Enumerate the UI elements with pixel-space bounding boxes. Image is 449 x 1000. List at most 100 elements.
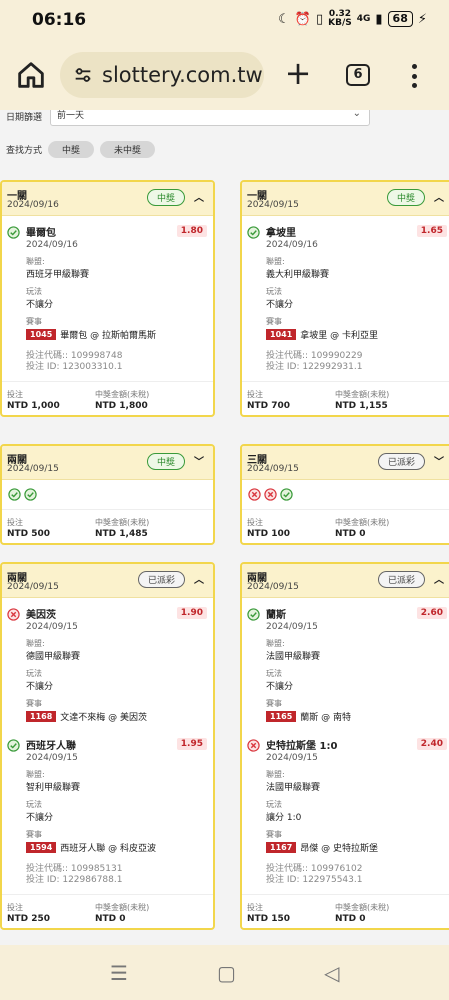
match-id: 1168	[26, 711, 57, 722]
stake-label: 投注	[247, 390, 263, 399]
chevron-up-icon[interactable]: ︿	[434, 189, 444, 204]
net-speed-unit: KB/S	[328, 18, 352, 28]
status-icons: ☾ ⏰ ▯ 0.32 KB/S 4G ▮ 68 ⚡	[278, 10, 427, 28]
stake-amount: NTD 100	[247, 529, 291, 539]
play-label: 玩法	[266, 669, 282, 678]
prize-label: 中獎金額(未稅)	[95, 390, 150, 399]
card-header[interactable]: 兩關 2024/09/15 已派彩 ︿	[242, 564, 449, 598]
vibrate-icon: ▯	[315, 11, 324, 27]
recents-icon[interactable]: ☰	[110, 961, 128, 985]
bet-card: 兩關 2024/09/15 中獎 ﹀ 投注 NTD 500 中獎金額(未稅) NTD 1,48…	[0, 444, 215, 545]
leg-odds: 2.60	[416, 607, 447, 619]
net-speed: 0.32 KB/S	[328, 10, 352, 28]
card-header[interactable]: 一關 2024/09/15 中獎 ︿	[242, 182, 449, 216]
bet-date: 2024/09/16	[7, 200, 59, 210]
system-nav-bar: ☰ ▢ ◁	[0, 945, 449, 1000]
match-label: 賽事	[266, 830, 282, 839]
status-badge: 中獎	[146, 453, 185, 470]
signal-label: 4G	[356, 13, 371, 24]
alarm-icon: ⏰	[294, 11, 311, 27]
chevron-up-icon[interactable]: ︿	[194, 571, 204, 586]
match-row: 1594 西班牙人聯 @ 科皮亞波	[26, 841, 207, 854]
leg-results	[2, 480, 213, 509]
win-check-icon	[8, 488, 21, 501]
bet-date: 2024/09/15	[247, 200, 299, 210]
match-teams: 昂傑 @ 史特拉斯堡	[300, 844, 378, 854]
lose-cross-icon	[7, 608, 20, 621]
card-footer: 投注 NTD 150 中獎金額(未稅) NTD 0	[242, 894, 449, 928]
home-icon[interactable]	[14, 58, 48, 92]
play-label: 玩法	[266, 800, 282, 809]
match-label: 賽事	[266, 317, 282, 326]
chevron-down-icon[interactable]: ﹀	[194, 453, 204, 468]
match-label: 賽事	[26, 317, 42, 326]
card-header[interactable]: 兩關 2024/09/15 已派彩 ︿	[2, 564, 213, 598]
bet-date: 2024/09/15	[247, 582, 299, 592]
win-check-icon	[24, 488, 37, 501]
prize-label: 中獎金額(未稅)	[95, 903, 150, 912]
league-label: 聯盟:	[266, 770, 285, 779]
bet-codes: 投注代碼:: 109985131 投注 ID: 122986788.1	[2, 860, 213, 894]
bet-id: 投注 ID: 122992931.1	[266, 362, 363, 372]
match-id: 1167	[266, 842, 297, 853]
bet-date: 2024/09/15	[7, 464, 59, 474]
bet-card: 一關 2024/09/16 中獎 ︿ 畢爾包 2024/09/16 1.80 聯盟: 西班牙甲級…	[0, 180, 215, 417]
match-id: 1045	[26, 329, 57, 340]
bet-card: 一關 2024/09/15 中獎 ︿ 拿坡里 2024/09/16 1.65 聯盟: 義大利甲級…	[240, 180, 449, 417]
bet-leg: 西班牙人聯 2024/09/15 1.95 聯盟: 智利甲級聯賽 玩法 不讓分 賽事 1594 西…	[2, 729, 213, 860]
moon-icon: ☾	[278, 11, 290, 27]
status-badge: 已派彩	[137, 571, 185, 588]
lose-cross-icon	[248, 488, 261, 501]
bet-leg: 畢爾包 2024/09/16 1.80 聯盟: 西班牙甲級聯賽 玩法 不讓分 賽事 1045 畢爾…	[2, 216, 213, 347]
win-check-icon	[247, 608, 260, 621]
league-label: 聯盟:	[266, 257, 285, 266]
filter-win-button[interactable]: 中獎	[48, 141, 95, 158]
tabs-icon[interactable]: 6	[346, 64, 370, 86]
tune-icon[interactable]	[72, 64, 94, 86]
more-vert-icon[interactable]	[404, 62, 424, 90]
card-footer: 投注 NTD 250 中獎金額(未稅) NTD 0	[2, 894, 213, 928]
bet-code: 投注代碼:: 109985131	[26, 864, 123, 874]
filter-lose-button[interactable]: 未中獎	[100, 141, 156, 158]
chevron-up-icon[interactable]: ︿	[434, 571, 444, 586]
card-header[interactable]: 三關 2024/09/15 已派彩 ﹀	[242, 446, 449, 480]
leg-odds: 1.95	[176, 738, 207, 750]
leg-odds: 1.90	[176, 607, 207, 619]
league-value: 西班牙甲級聯賽	[26, 270, 90, 280]
plus-icon[interactable]: +	[282, 57, 314, 90]
status-badge: 已派彩	[377, 453, 425, 470]
card-header[interactable]: 一關 2024/09/16 中獎 ︿	[2, 182, 213, 216]
match-teams: 文達不來梅 @ 美因茨	[60, 713, 147, 723]
play-value: 不讓分	[266, 682, 294, 692]
prize-amount: NTD 1,485	[95, 529, 148, 539]
lose-cross-icon	[264, 488, 277, 501]
bet-id: 投注 ID: 123003310.1	[26, 362, 123, 372]
play-value: 不讓分	[266, 300, 294, 310]
match-row: 1165 蘭斯 @ 南特	[266, 710, 447, 723]
play-label: 玩法	[26, 800, 42, 809]
status-badge: 已派彩	[377, 571, 425, 588]
chevron-down-icon[interactable]: ﹀	[434, 453, 444, 468]
date-filter-select[interactable]: 前一天 ⌄	[50, 110, 370, 126]
card-header[interactable]: 兩關 2024/09/15 中獎 ﹀	[2, 446, 213, 480]
prize-label: 中獎金額(未稅)	[95, 518, 150, 527]
match-teams: 蘭斯 @ 南特	[300, 713, 351, 723]
bet-leg: 拿坡里 2024/09/16 1.65 聯盟: 義大利甲級聯賽 玩法 不讓分 賽事 1041 拿坡…	[242, 216, 449, 347]
card-footer: 投注 NTD 500 中獎金額(未稅) NTD 1,485	[2, 509, 213, 543]
bet-leg: 史特拉斯堡 1:0 2024/09/15 2.40 聯盟: 法國甲級聯賽 玩法 讓分 1:0…	[242, 729, 449, 860]
prize-amount: NTD 0	[335, 529, 366, 539]
stake-label: 投注	[7, 390, 23, 399]
league-label: 聯盟:	[266, 639, 285, 648]
back-icon[interactable]: ◁	[324, 961, 339, 985]
home-nav-icon[interactable]: ▢	[217, 961, 236, 985]
address-bar[interactable]: slottery.com.tw	[60, 52, 264, 98]
leg-date: 2024/09/15	[266, 622, 318, 632]
match-row: 1041 拿坡里 @ 卡利亞里	[266, 328, 447, 341]
match-id: 1594	[26, 842, 57, 853]
chevron-up-icon[interactable]: ︿	[194, 189, 204, 204]
league-label: 聯盟:	[26, 770, 45, 779]
match-row: 1167 昂傑 @ 史特拉斯堡	[266, 841, 447, 854]
league-label: 聯盟:	[26, 257, 45, 266]
bet-leg: 蘭斯 2024/09/15 2.60 聯盟: 法國甲級聯賽 玩法 不讓分 賽事 1165 蘭斯 @…	[242, 598, 449, 729]
date-filter-label: 日期篩選	[6, 113, 43, 123]
